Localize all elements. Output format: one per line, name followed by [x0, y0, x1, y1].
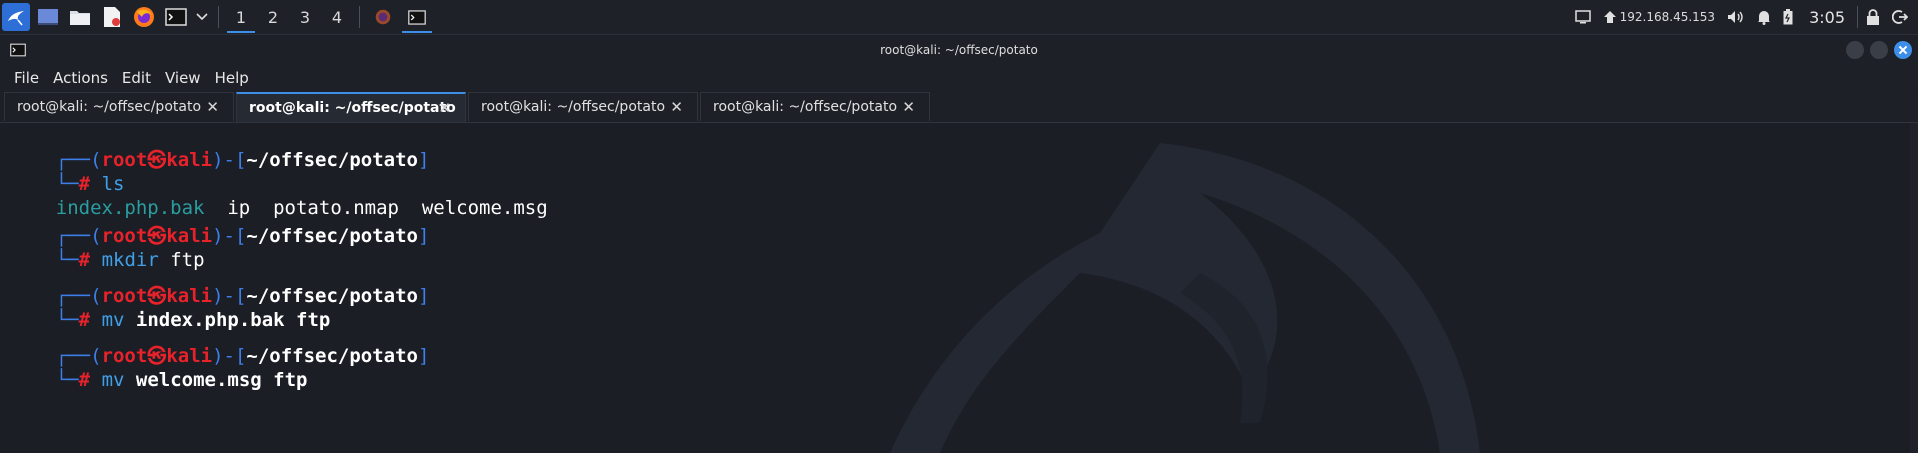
tab-label: root@kali: ~/offsec/potato [249, 100, 456, 116]
command-line-1: └─# ls [10, 148, 125, 195]
tab-label: root@kali: ~/offsec/potato [17, 99, 202, 115]
window-title: root@kali: ~/offsec/potato [880, 43, 1038, 57]
terminal-area[interactable]: ┌──(root㉿kali)-[~/offsec/potato] └─# ls … [0, 123, 1910, 453]
window-titlebar[interactable]: root@kali: ~/offsec/potato [0, 35, 1918, 65]
prompt-at: ㉿ [147, 149, 167, 171]
menu-file[interactable]: File [14, 69, 39, 87]
command-line-2: └─# mkdir ftp [10, 224, 205, 271]
prompt-hash: # [78, 369, 91, 391]
terminal-launcher-icon[interactable] [162, 3, 190, 31]
menu-edit[interactable]: Edit [122, 69, 151, 87]
workspace-1[interactable]: 1 [225, 0, 257, 34]
volume-icon[interactable] [1727, 0, 1745, 34]
command-args: welcome.msg ftp [124, 369, 308, 391]
maximize-button[interactable] [1870, 41, 1888, 59]
kali-dragon-watermark [890, 143, 1480, 453]
tab-4[interactable]: root@kali: ~/offsec/potato ✕ [700, 92, 930, 121]
close-tab-icon[interactable]: ✕ [206, 98, 219, 116]
firefox-icon[interactable] [130, 3, 158, 31]
prompt-line-1: ┌──(root㉿kali)-[~/offsec/potato] [10, 124, 430, 171]
prompt-frame: ] [418, 285, 430, 307]
menu-actions[interactable]: Actions [53, 69, 108, 87]
prompt-path: ~/offsec/potato [246, 149, 418, 171]
prompt-frame: └─ [55, 369, 79, 391]
command: mv [101, 369, 125, 391]
logout-icon[interactable] [1892, 0, 1908, 34]
close-tab-icon[interactable]: ✕ [670, 98, 683, 116]
system-tray: 192.168.45.153 3:05 [1569, 0, 1918, 34]
minimize-button[interactable] [1846, 41, 1864, 59]
battery-icon[interactable] [1783, 0, 1793, 34]
desktop-icon[interactable] [34, 3, 62, 31]
terminal-scrollbar[interactable] [1910, 123, 1918, 453]
tab-2[interactable]: root@kali: ~/offsec/potato ✕ [236, 92, 466, 122]
prompt-frame: ] [418, 149, 430, 171]
prompt-frame: )-[ [212, 225, 247, 247]
clock[interactable]: 3:05 [1809, 8, 1845, 27]
workspace-4[interactable]: 4 [321, 0, 353, 34]
taskbar-terminal[interactable] [400, 0, 434, 34]
tab-1[interactable]: root@kali: ~/offsec/potato ✕ [4, 92, 234, 121]
display-icon[interactable] [1574, 0, 1591, 34]
ip-address: 192.168.45.153 [1619, 10, 1716, 24]
command-line-3: └─# mv index.php.bak ftp [10, 284, 331, 331]
menu-help[interactable]: Help [215, 69, 249, 87]
prompt-frame: ] [418, 345, 430, 367]
prompt-frame: )-[ [212, 149, 247, 171]
tab-label: root@kali: ~/offsec/potato [713, 99, 898, 115]
workspace-2[interactable]: 2 [257, 0, 289, 34]
prompt-line-2: ┌──(root㉿kali)-[~/offsec/potato] [10, 200, 430, 247]
text-editor-icon[interactable] [98, 3, 126, 31]
command-line-4: └─# mv welcome.msg ftp [10, 344, 308, 391]
tray-separator [1857, 6, 1858, 28]
workspace-3[interactable]: 3 [289, 0, 321, 34]
close-tab-icon[interactable]: ✕ [438, 99, 451, 117]
panel-separator [218, 6, 219, 28]
lock-screen-icon[interactable] [1866, 0, 1880, 34]
kali-menu-icon[interactable] [2, 3, 30, 31]
network-status[interactable]: 192.168.45.153 [1603, 0, 1715, 34]
prompt-line-3: ┌──(root㉿kali)-[~/offsec/potato] [10, 260, 430, 307]
chevron-down-icon[interactable] [194, 3, 210, 31]
tab-label: root@kali: ~/offsec/potato [481, 99, 666, 115]
launcher-area [0, 0, 212, 34]
firefox-icon [375, 9, 391, 25]
window-controls [1840, 41, 1912, 59]
notification-bell-icon[interactable] [1757, 0, 1771, 34]
menu-bar: File Actions Edit View Help [0, 65, 1918, 91]
tab-3[interactable]: root@kali: ~/offsec/potato ✕ [468, 92, 698, 121]
close-tab-icon[interactable]: ✕ [902, 98, 915, 116]
panel-separator [359, 6, 360, 28]
menu-view[interactable]: View [165, 69, 201, 87]
prompt-path: ~/offsec/potato [246, 225, 418, 247]
file-manager-icon[interactable] [66, 3, 94, 31]
prompt-host: kali [166, 149, 213, 171]
tab-bar: root@kali: ~/offsec/potato ✕ root@kali: … [0, 92, 1918, 123]
prompt-line-4: ┌──(root㉿kali)-[~/offsec/potato] [10, 320, 430, 367]
output-line-1: index.php.bak ip potato.nmap welcome.msg [10, 172, 548, 219]
taskbar-firefox[interactable] [366, 0, 400, 34]
top-panel: 1 2 3 4 192.168.45.153 3:05 [0, 0, 1918, 35]
close-window-button[interactable] [1894, 41, 1912, 59]
prompt-frame: ] [418, 225, 430, 247]
terminal-icon [408, 9, 426, 25]
network-lock-icon [1603, 11, 1616, 23]
